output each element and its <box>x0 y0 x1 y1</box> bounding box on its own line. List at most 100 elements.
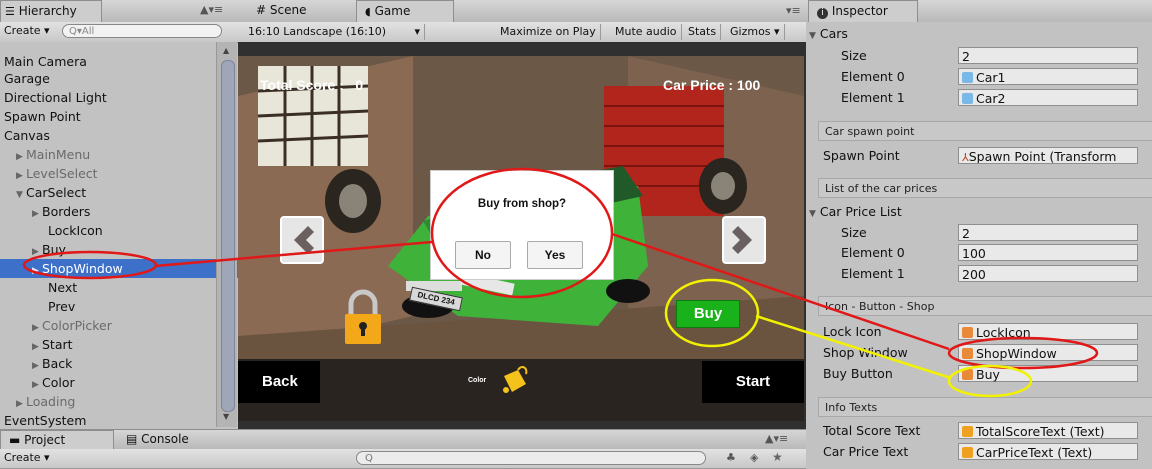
favorite-star-icon[interactable]: ★ <box>772 450 783 464</box>
car1-field[interactable]: Car1 <box>958 68 1138 85</box>
create-label: Create <box>4 24 41 37</box>
gameobject-cube-icon <box>962 327 973 338</box>
maximize-on-play-toggle[interactable]: Maximize on Play <box>496 24 601 40</box>
panel-menu-icon[interactable]: ▾≡ <box>786 4 801 17</box>
gameobject-cube-icon <box>962 348 973 359</box>
hierarchy-item-spawn-point[interactable]: Spawn Point <box>0 107 220 126</box>
car-price-text: Car Price : 100 <box>663 77 761 93</box>
prefab-cube-icon <box>962 93 973 104</box>
tab-console[interactable]: ▤ Console <box>118 430 197 448</box>
hierarchy-toolbar: Create ▾ Q▾All <box>0 22 238 43</box>
lock-menu-icon[interactable]: ▲▾≡ <box>765 432 788 445</box>
shop-window-field[interactable]: ShopWindow <box>958 344 1138 361</box>
hierarchy-item-borders[interactable]: ▶ Borders <box>0 202 248 221</box>
inspector-tabbar: i Inspector <box>806 0 1152 23</box>
lock-icon-field[interactable]: LockIcon <box>958 323 1138 340</box>
info-icon: i <box>817 8 828 19</box>
hierarchy-item-loading[interactable]: ▶ Loading <box>0 392 232 411</box>
icon-button-shop-header: Icon - Button - Shop <box>818 296 1152 316</box>
price1-field[interactable]: 200 <box>958 265 1138 282</box>
hierarchy-item-shopwindow[interactable]: ▶ ShopWindow <box>0 259 248 278</box>
hierarchy-tabbar: ☰ Hierarchy ▲▾≡ <box>0 0 238 23</box>
console-icon: ▤ <box>126 432 138 446</box>
transform-icon: ⅄ <box>962 151 969 164</box>
hierarchy-item-eventsystem[interactable]: EventSystem <box>0 411 220 430</box>
hierarchy-item-colorpicker[interactable]: ▶ ColorPicker <box>0 316 248 335</box>
chevron-right-icon <box>732 226 752 254</box>
tab-project[interactable]: ▬ Project <box>0 430 114 449</box>
mute-audio-toggle[interactable]: Mute audio <box>611 24 682 40</box>
scene-icon: # <box>256 3 267 17</box>
cars-foldout[interactable]: ▼ Cars <box>805 24 1152 44</box>
hierarchy-item-directional-light[interactable]: Directional Light <box>0 88 220 107</box>
tire-right <box>699 158 747 214</box>
buy-button-field[interactable]: Buy <box>958 365 1138 382</box>
prefab-cube-icon <box>962 72 973 83</box>
hierarchy-tab-label: Hierarchy <box>18 4 77 18</box>
hierarchy-item-back[interactable]: ▶ Back <box>0 354 248 373</box>
hierarchy-item-mainmenu[interactable]: ▶ MainMenu <box>0 145 232 164</box>
list-icon: ☰ <box>5 5 15 18</box>
hierarchy-scrollbar[interactable]: ▲ ▼ <box>216 42 237 427</box>
car-prices-header: List of the car prices <box>818 178 1152 198</box>
car2-field[interactable]: Car2 <box>958 89 1138 106</box>
lock-icon[interactable]: ▲▾≡ <box>200 3 223 16</box>
hierarchy-item-carselect[interactable]: ▼ CarSelect <box>0 183 232 202</box>
tab-game[interactable]: ◖ Game <box>356 0 454 22</box>
next-button[interactable] <box>722 216 766 264</box>
hierarchy-item-color[interactable]: ▶ Color <box>0 373 248 392</box>
paint-bucket-icon[interactable] <box>496 362 532 398</box>
search-icon: Q <box>365 453 373 464</box>
price-size-field[interactable]: 2 <box>958 224 1138 241</box>
collapse-arrow-icon[interactable]: ▼ <box>809 209 816 219</box>
lock-icon <box>345 289 381 344</box>
tab-scene[interactable]: # Scene <box>248 0 314 21</box>
price0-field[interactable]: 100 <box>958 244 1138 261</box>
total-score-text-field[interactable]: TotalScoreText (Text) <box>958 422 1138 439</box>
back-button[interactable]: Back <box>238 361 320 403</box>
filter-label-icon[interactable]: ◈ <box>750 451 758 464</box>
game-viewport[interactable]: Total Score : 0 Car Price : 100 DLCD 234… <box>238 56 804 421</box>
create-dropdown[interactable]: Create ▾ <box>4 24 50 37</box>
project-search-input[interactable]: Q <box>356 451 706 465</box>
gizmos-dropdown[interactable]: Gizmos ▾ <box>726 24 785 40</box>
tire-left <box>325 169 381 233</box>
hierarchy-tab[interactable]: ☰ Hierarchy <box>0 0 102 22</box>
shop-dialog: Buy from shop? No Yes <box>430 170 614 280</box>
car-price-list-foldout[interactable]: ▼ Car Price List <box>805 202 1152 222</box>
game-toolbar: 16:10 Landscape (16:10) ▾ Maximize on Pl… <box>238 22 806 43</box>
buy-button[interactable]: Buy <box>676 300 740 328</box>
dialog-no-button[interactable]: No <box>455 241 511 269</box>
project-toolbar: Create ▾ Q ♣ ◈ ★ <box>0 449 806 469</box>
hierarchy-search-input[interactable]: Q▾All <box>62 24 222 38</box>
project-create-dropdown[interactable]: Create ▾ <box>4 451 50 464</box>
dialog-yes-button[interactable]: Yes <box>527 241 583 269</box>
aspect-dropdown[interactable]: 16:10 Landscape (16:10) ▾ <box>244 24 425 40</box>
scroll-down-arrow-icon[interactable]: ▼ <box>223 412 229 421</box>
hierarchy-item-canvas[interactable]: Canvas <box>0 126 220 145</box>
stats-toggle[interactable]: Stats <box>684 24 722 40</box>
car-price-text-field[interactable]: CarPriceText (Text) <box>958 443 1138 460</box>
start-button[interactable]: Start <box>702 361 804 403</box>
spawn-point-field[interactable]: ⅄Spawn Point (Transform <box>958 147 1138 164</box>
hierarchy-item-start[interactable]: ▶ Start <box>0 335 248 354</box>
hierarchy-list: Main Camera Garage Directional Light Spa… <box>0 42 248 428</box>
hierarchy-item-levelselect[interactable]: ▶ LevelSelect <box>0 164 232 183</box>
hierarchy-item-buy[interactable]: ▶ Buy <box>0 240 248 259</box>
text-component-icon <box>962 447 973 458</box>
scroll-up-arrow-icon[interactable]: ▲ <box>223 46 229 55</box>
dialog-title: Buy from shop? <box>477 198 567 210</box>
filter-type-icon[interactable]: ♣ <box>726 451 736 464</box>
prev-button[interactable] <box>280 216 324 264</box>
chevron-down-icon: ▾ <box>414 25 420 38</box>
collapse-arrow-icon[interactable]: ▼ <box>809 31 816 41</box>
total-score-text: Total Score : 0 <box>260 77 364 93</box>
cars-size-field[interactable]: 2 <box>958 47 1138 64</box>
info-texts-header: Info Texts <box>818 397 1152 417</box>
folder-icon: ▬ <box>9 433 21 447</box>
color-label: Color <box>468 377 487 384</box>
hierarchy-item-garage[interactable]: Garage <box>0 69 220 88</box>
pacman-icon: ◖ <box>365 5 371 18</box>
inspector-tab[interactable]: i Inspector <box>808 0 918 22</box>
scrollbar-thumb[interactable] <box>221 60 235 412</box>
